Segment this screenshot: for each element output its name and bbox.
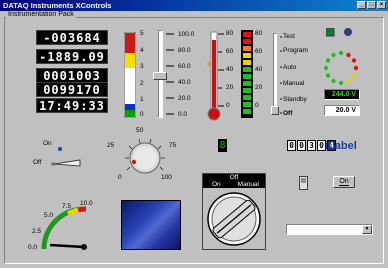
status-lamps <box>326 28 352 37</box>
slider-scale-40: 40.0 <box>178 79 191 86</box>
mode-switch-left-label: On <box>212 181 221 188</box>
slider-thumb[interactable] <box>153 72 167 80</box>
bar-green-fill <box>125 110 135 117</box>
led-scale-0: 0 <box>255 102 259 109</box>
bar-scale-0: 0 <box>140 111 144 118</box>
thermometer-bulb <box>207 107 221 121</box>
slider-ticks <box>166 33 174 115</box>
bar-scale-5: 5 <box>140 30 144 37</box>
bar-white-zone <box>125 68 135 98</box>
slider-scale-60: 60.0 <box>178 63 191 70</box>
thermo-scale-60: 60 <box>226 48 234 55</box>
bar-scale-1: 1 <box>140 96 144 103</box>
mode-switch-header: Off On Manual <box>203 174 265 188</box>
switch-option-standby[interactable]: Standby <box>283 96 307 103</box>
gauge-green-arc <box>41 206 85 250</box>
panel-label: Instrumentation Pack <box>6 11 76 18</box>
voltage-readout-bottom: 20.0 V <box>324 105 360 116</box>
toggle-off-label: Off <box>33 159 42 166</box>
bar-indicator-graphic <box>123 31 137 119</box>
switch-option-auto[interactable]: Auto <box>283 64 296 71</box>
window-titlebar: DATAQ Instruments XControls _ □ × <box>0 0 388 11</box>
voltage-readout-top: 244.0 V <box>324 89 360 100</box>
gauge-tick-0: 0.0 <box>28 244 38 251</box>
bar-red-zone <box>125 33 135 53</box>
digit-3[interactable]: 3 <box>307 140 316 151</box>
bar-indicator <box>123 31 137 119</box>
lcd-readout-2: -1889.09 <box>36 49 108 64</box>
thermometer-fill <box>212 40 216 112</box>
close-button[interactable]: × <box>377 1 386 9</box>
led-scale-20: 20 <box>255 84 263 91</box>
digit-1[interactable]: 0 <box>287 140 296 151</box>
mini-toggle-switch[interactable] <box>299 176 308 190</box>
thermo-scale-80: 80 <box>226 30 234 37</box>
switch-option-program[interactable]: Program <box>283 47 308 54</box>
bar-scale-4: 4 <box>140 47 144 54</box>
led-ring-indicator <box>323 50 359 86</box>
on-button-label: On <box>339 178 349 186</box>
lcd-readout-3: 0001003 <box>36 68 108 83</box>
toggle-switch[interactable] <box>50 144 84 170</box>
arc-gauge <box>41 206 87 250</box>
slider-scale-0: 0.0 <box>178 111 188 118</box>
thermo-scale-40: 40 <box>226 66 234 73</box>
lcd-readout-1: -003684 <box>36 30 108 45</box>
bar-blue-marker <box>125 104 135 110</box>
single-digit-value: 8 <box>219 140 226 151</box>
maximize-button[interactable]: □ <box>367 1 376 9</box>
gradient-panel <box>121 200 181 250</box>
led-bar <box>241 30 253 118</box>
rotary-knob[interactable] <box>117 134 173 178</box>
window-controls: _ □ × <box>357 1 386 9</box>
gauge-red-arc <box>77 206 87 213</box>
on-button[interactable]: On <box>333 176 355 188</box>
mode-switch-box: Off On Manual <box>202 173 266 250</box>
gauge-needle <box>49 243 85 249</box>
bar-yellow-zone <box>125 53 135 68</box>
lcd-readout-4: 0099170 <box>36 82 108 97</box>
thermo-scale-0: 0 <box>226 102 230 109</box>
led-scale-80: 80 <box>255 30 263 37</box>
slider-scale-20: 20.0 <box>178 95 191 102</box>
mode-switch-right-label: Manual <box>237 181 259 188</box>
thermo-scale-20: 20 <box>226 84 234 91</box>
bar-scale-2: 2 <box>140 80 144 87</box>
mode-switch-dial[interactable] <box>203 189 265 249</box>
led-scale-40: 40 <box>255 66 263 73</box>
select-dropdown[interactable]: ▼ <box>286 224 373 235</box>
window-title: DATAQ Instruments XControls <box>3 1 112 10</box>
minimize-button[interactable]: _ <box>357 1 366 9</box>
led-scale-60: 60 <box>255 48 263 55</box>
slider-scale-100: 100.0 <box>178 31 195 38</box>
knob-tick-50: 50 <box>136 127 144 134</box>
knob-pointer <box>131 159 137 165</box>
digit-2[interactable]: 0 <box>297 140 306 151</box>
slider-scale-80: 80.0 <box>178 47 191 54</box>
ilabel-text: iLabel <box>325 140 357 152</box>
mode-switch-title: Off <box>229 174 239 181</box>
switch-ticks <box>280 36 282 114</box>
single-digit-display: 8 <box>218 139 227 152</box>
chevron-down-icon[interactable]: ▼ <box>362 225 372 234</box>
knob-tick-25: 25 <box>107 142 115 149</box>
lcd-readout-5: 17:49:33 <box>36 98 108 113</box>
bar-scale-3: 3 <box>140 63 144 70</box>
switch-option-manual[interactable]: Manual <box>283 80 304 87</box>
